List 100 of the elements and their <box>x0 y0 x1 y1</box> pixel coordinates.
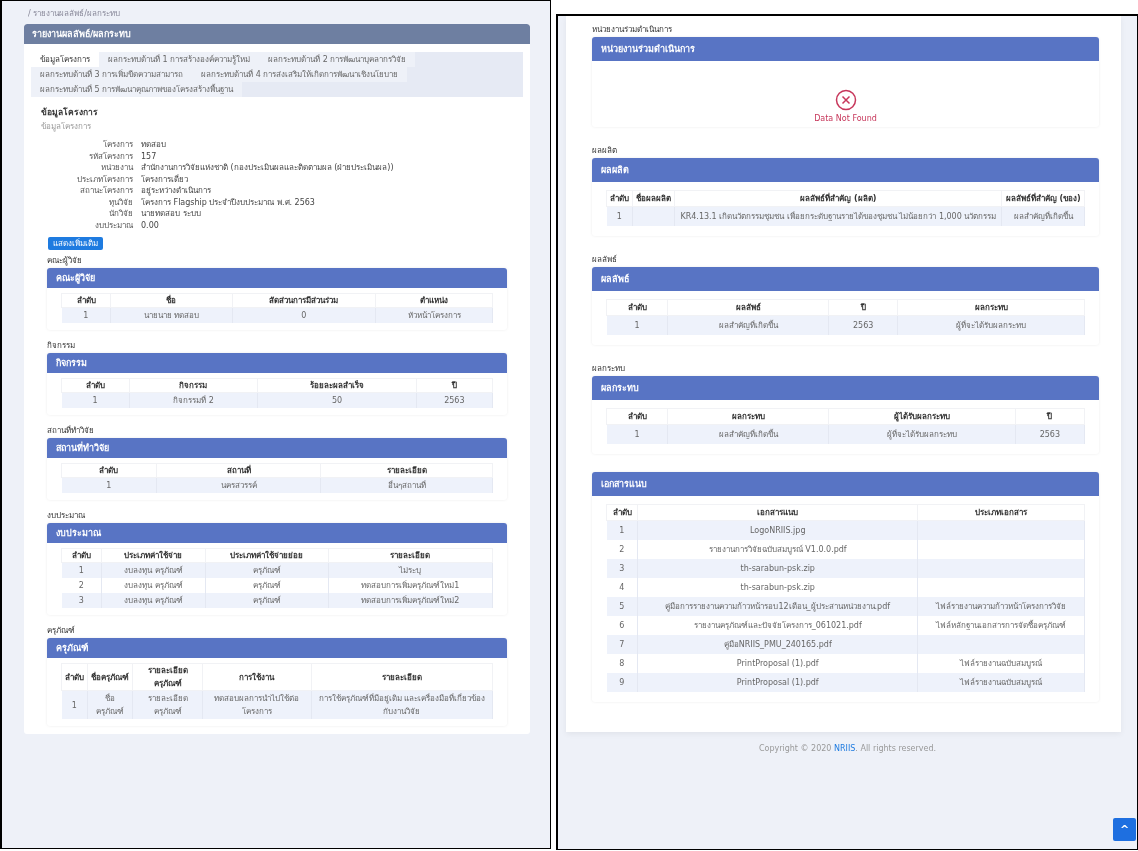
column-header: ประเภทค่าใช้จ่าย <box>101 548 206 563</box>
column-header: ผลกระทบ <box>897 299 1085 316</box>
column-header: ร้อยละผลสำเร็จ <box>257 378 417 393</box>
tab[interactable]: ผลกระทบด้านที่ 3 การเพิ่มขีดความสามารถ <box>31 67 193 82</box>
table-cell: ทดสอบการเพิ่มครุภัณฑ์ใหม่2 <box>328 593 493 608</box>
table-cell: 3 <box>606 559 638 578</box>
section-label: ผลลัพธ์ <box>592 254 618 265</box>
column-header: ลำดับ <box>61 378 129 393</box>
field-label: รหัสโครงการ <box>88 150 133 162</box>
section-header: งบประมาณ <box>47 523 507 543</box>
column-header: สถานที่ <box>156 463 321 478</box>
column-header: ผลลัพธ์ <box>667 299 829 316</box>
table-cell: 1 <box>61 690 88 719</box>
column-header: ปี <box>828 299 898 316</box>
table-cell: ไฟล์รายงานความก้าวหน้าโครงการวิจัย <box>917 597 1085 616</box>
info-title: ข้อมูลโครงการ <box>41 106 99 119</box>
table-cell: 3 <box>61 593 102 608</box>
section-header: ผลกระทบ <box>592 376 1099 400</box>
column-header: ลำดับ <box>606 408 668 425</box>
section-label: หน่วยงานร่วมดำเนินการ <box>592 24 673 35</box>
column-header: ชื่อ <box>110 293 233 308</box>
field-label: ทุนวิจัย <box>108 196 133 208</box>
field-value: 157 <box>141 150 158 162</box>
tab[interactable]: ผลกระทบด้านที่ 5 การพัฒนาคุณภาพของโครงสร้างพื้นฐาน <box>31 82 243 97</box>
tab[interactable]: ผลกระทบด้านที่ 4 การส่งเสริมให้เกิดการพัฒนาเชิงนโยบาย <box>192 67 408 82</box>
column-header: ชื่อครุภัณฑ์ <box>87 663 133 691</box>
show-more-button[interactable]: แสดงเพิ่มเติม <box>48 237 103 250</box>
column-header: การใช้งาน <box>202 663 312 691</box>
field-value: โครงการ Flagship ประจำปีงบประมาณ พ.ศ. 2563 <box>141 196 316 208</box>
table-cell: งบลงทุน ครุภัณฑ์ <box>101 593 206 608</box>
tab[interactable]: ผลกระทบด้านที่ 2 การพัฒนาบุคลากรวิจัย <box>259 52 416 67</box>
table-cell: 1 <box>606 206 633 226</box>
empty-message: Data Not Found <box>814 114 877 123</box>
table-cell: ครุภัณฑ์ <box>205 593 328 608</box>
section-header: กิจกรรม <box>47 353 507 373</box>
column-header: ลำดับ <box>606 190 633 207</box>
column-header: ผู้ได้รับผลกระทบ <box>828 408 1016 425</box>
field-label: ประเภทโครงการ <box>76 173 133 185</box>
table-cell: 1 <box>606 424 668 444</box>
column-header: สัดส่วนการมีส่วนร่วม <box>232 293 376 308</box>
field-value: โครงการเดี่ยว <box>141 173 189 185</box>
section-header: ครุภัณฑ์ <box>47 638 507 658</box>
scroll-top-button[interactable]: ^ <box>1113 818 1136 841</box>
page-header: รายงานผลลัพธ์/ผลกระทบ <box>24 24 530 44</box>
column-header: ลำดับ <box>606 299 668 316</box>
field-value: สำนักงานการวิจัยแห่งชาติ (กองประเมินผลและติดตามผล (ฝ่ายประเมินผล)) <box>141 162 395 174</box>
section-header: หน่วยงานร่วมดำเนินการ <box>592 37 1099 61</box>
column-header: ลำดับ <box>61 463 157 478</box>
table-cell: ไฟล์รายงานฉบับสมบูรณ์ <box>917 673 1085 692</box>
column-header: ประเภทค่าใช้จ่ายย่อย <box>205 548 328 563</box>
info-subtitle: ข้อมูลโครงการ <box>41 121 92 133</box>
field-label: สถานะโครงการ <box>79 185 133 197</box>
field-value: ทดสอบ <box>141 139 167 151</box>
section-label: สถานที่ทำวิจัย <box>47 425 95 436</box>
column-header: ชื่อผลผลิต <box>632 190 675 207</box>
column-header: ประเภทเอกสาร <box>917 504 1085 521</box>
field-label: งบประมาณ <box>94 219 133 231</box>
column-header: ผลลัพธ์ที่สำคัญ (ผลิต) <box>674 190 1002 207</box>
column-header: ลำดับ <box>61 548 102 563</box>
column-header: ปี <box>416 378 493 393</box>
field-label: นักวิจัย <box>108 208 133 220</box>
section-header: สถานที่ทำวิจัย <box>47 438 507 458</box>
column-header: ผลกระทบ <box>667 408 829 425</box>
column-header: ลำดับ <box>61 293 111 308</box>
copyright-text: Copyright © 2020 NRIIS. All rights reserved. <box>757 744 938 753</box>
column-header: ผลลัพธ์ที่สำคัญ (ของ) <box>1001 190 1085 207</box>
field-value: นายทดสอบ ระบบ <box>141 208 202 220</box>
field-label: โครงการ <box>102 139 133 151</box>
table-cell: th-sarabun-psk.zip <box>637 559 918 578</box>
table-cell: คู่มือการรายงานความก้าวหน้ารอบ12เดือน_ผู้ประสานหน่วยงาน.pdf <box>637 597 918 616</box>
tab[interactable]: ผลกระทบด้านที่ 1 การสร้างองค์ความรู้ใหม่ <box>99 52 260 67</box>
table-cell: ทดสอบผลการนำไปใช้ต่อโครงการ <box>202 690 312 719</box>
section-label: ผลกระทบ <box>592 363 626 374</box>
column-header: รายละเอียด <box>320 463 493 478</box>
section-header: คณะผู้วิจัย <box>47 268 507 288</box>
section-label: คณะผู้วิจัย <box>47 255 83 266</box>
table-cell: คู่มือNRIIS_PMU_240165.pdf <box>637 635 918 654</box>
table-cell: 5 <box>606 597 638 616</box>
section-header: เอกสารแนบ <box>592 472 1099 496</box>
column-header: รายละเอียด <box>328 548 493 563</box>
section-header: ผลลัพธ์ <box>592 267 1099 291</box>
column-header: เอกสารแนบ <box>637 504 918 521</box>
column-header: กิจกรรม <box>129 378 258 393</box>
column-header: รายละเอียดครุภัณฑ์ <box>132 663 203 691</box>
breadcrumb: / รายงานผลลัพธ์/ผลกระทบ <box>28 8 121 20</box>
column-header: รายละเอียด <box>311 663 493 691</box>
error-icon <box>834 89 857 111</box>
table-cell: 1 <box>606 315 668 335</box>
table-cell: 9 <box>606 673 638 692</box>
section-label: ครุภัณฑ์ <box>47 625 76 636</box>
table-cell: การใช้ครุภัณฑ์ที่มีอยู่เดิม และเครื่องมือที่เกี่ยวข้องกับงานวิจัย <box>311 690 493 719</box>
column-header: ตำแหน่ง <box>375 293 493 308</box>
section-label: งบประมาณ <box>47 510 86 521</box>
table-cell: รายละเอียดครุภัณฑ์ <box>132 690 203 719</box>
section-label: กิจกรรม <box>47 340 76 351</box>
field-label: หน่วยงาน <box>100 162 133 174</box>
tab[interactable]: ข้อมูลโครงการ <box>31 52 99 67</box>
column-header: ลำดับ <box>61 663 88 691</box>
table-cell: 7 <box>606 635 638 654</box>
column-header: ลำดับ <box>606 504 638 521</box>
